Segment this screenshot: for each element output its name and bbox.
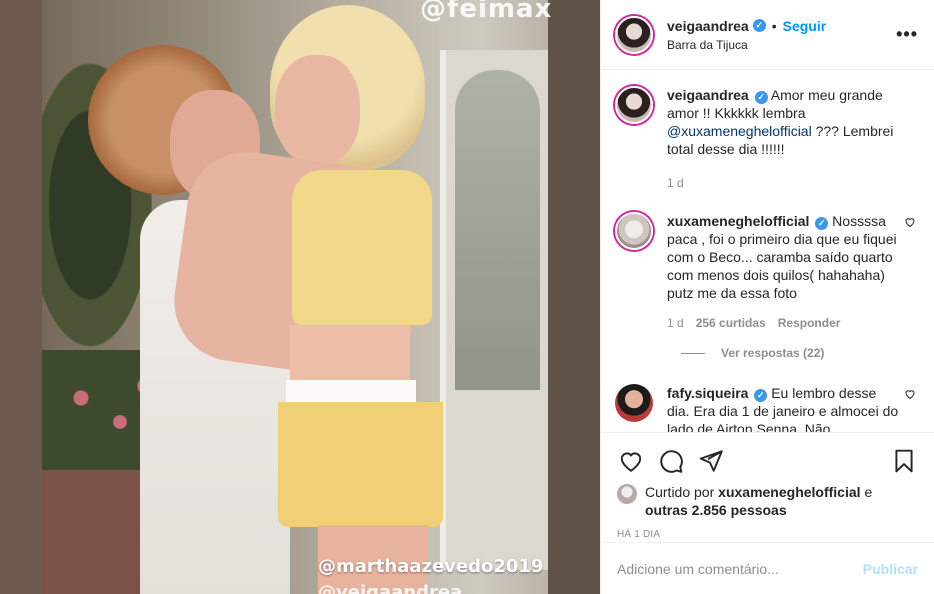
comment-item: fafy.siqueira ✓ Eu lembro desse dia. Era… bbox=[615, 384, 918, 432]
view-replies-label: Ver respostas (22) bbox=[721, 346, 825, 360]
photo-watermark-bottom: @marthaazevedo2019 bbox=[318, 556, 544, 577]
photo-watermark-bottom-2: @veigaandrea bbox=[318, 582, 463, 594]
post-date[interactable]: HÁ 1 DIA bbox=[617, 529, 918, 540]
author-avatar[interactable] bbox=[615, 15, 653, 54]
comment-time[interactable]: 1 d bbox=[667, 314, 684, 332]
comments-list[interactable]: veigaandrea ✓ Amor meu grande amor !! Kk… bbox=[601, 70, 934, 432]
post-comment-button[interactable]: Publicar bbox=[863, 561, 918, 577]
comment-bubble-icon[interactable] bbox=[657, 447, 685, 475]
comment-username[interactable]: xuxameneghelofficial bbox=[667, 213, 809, 229]
post-actions: Curtido por xuxameneghelofficial e outra… bbox=[601, 432, 934, 542]
liked-by: Curtido por xuxameneghelofficial e outra… bbox=[617, 483, 918, 519]
liked-by-user[interactable]: xuxameneghelofficial bbox=[718, 484, 860, 500]
verified-icon: ✓ bbox=[752, 19, 766, 32]
follow-button[interactable]: Seguir bbox=[783, 18, 827, 34]
comment-like-heart-icon[interactable] bbox=[904, 388, 916, 400]
comment-username[interactable]: fafy.siqueira bbox=[667, 385, 748, 401]
comment-input[interactable] bbox=[617, 560, 863, 577]
comment-avatar[interactable] bbox=[615, 212, 653, 250]
photo-person-right-face bbox=[275, 55, 360, 165]
verified-icon: ✓ bbox=[815, 217, 829, 230]
post-photo[interactable]: @feimax @marthaazevedo2019 @veigaandrea bbox=[0, 0, 600, 594]
post-header: veigaandrea ✓ • Seguir Barra da Tijuca •… bbox=[601, 0, 934, 70]
liked-by-avatar[interactable] bbox=[617, 484, 637, 504]
caption-time[interactable]: 1 d bbox=[667, 174, 684, 192]
share-paper-plane-icon[interactable] bbox=[697, 447, 725, 475]
comment-like-heart-icon[interactable] bbox=[904, 216, 916, 228]
caption-mention[interactable]: @xuxameneghelofficial bbox=[667, 123, 812, 139]
photo-person-right-belt bbox=[286, 380, 416, 404]
separator-dot: • bbox=[771, 17, 777, 34]
comment-item: xuxameneghelofficial ✓ Nossssa paca , fo… bbox=[615, 212, 918, 332]
liked-by-others[interactable]: outras 2.856 pessoas bbox=[645, 502, 787, 518]
liked-by-prefix: Curtido por bbox=[645, 484, 715, 500]
replies-divider bbox=[681, 352, 705, 354]
comment-likes[interactable]: 256 curtidas bbox=[696, 314, 766, 332]
photo-person-right-waist bbox=[290, 325, 410, 385]
post-sidebar: veigaandrea ✓ • Seguir Barra da Tijuca •… bbox=[600, 0, 934, 594]
location-link[interactable]: Barra da Tijuca bbox=[667, 38, 826, 52]
photo-frame-left bbox=[0, 0, 42, 594]
author-info: veigaandrea ✓ • Seguir Barra da Tijuca bbox=[667, 18, 826, 52]
caption-username[interactable]: veigaandrea bbox=[667, 87, 749, 103]
photo-person-right-top bbox=[292, 170, 432, 325]
verified-icon: ✓ bbox=[754, 91, 768, 104]
photo-window-right bbox=[455, 70, 540, 390]
caption: veigaandrea ✓ Amor meu grande amor !! Kk… bbox=[615, 86, 918, 192]
liked-by-and: e bbox=[864, 484, 873, 500]
photo-person-right-skirt bbox=[278, 402, 443, 527]
caption-avatar[interactable] bbox=[615, 86, 653, 124]
add-comment-bar: Publicar bbox=[601, 542, 934, 594]
like-heart-icon[interactable] bbox=[617, 447, 645, 475]
save-bookmark-icon[interactable] bbox=[890, 447, 918, 475]
view-replies-button[interactable]: Ver respostas (22) bbox=[681, 346, 918, 360]
photo-frame-right bbox=[548, 0, 600, 594]
more-options-icon[interactable]: ••• bbox=[896, 24, 918, 45]
photo-watermark-top: @feimax bbox=[420, 0, 553, 24]
verified-icon: ✓ bbox=[754, 389, 768, 402]
author-username[interactable]: veigaandrea bbox=[667, 18, 749, 34]
reply-button[interactable]: Responder bbox=[778, 314, 841, 332]
comment-avatar[interactable] bbox=[615, 384, 653, 422]
